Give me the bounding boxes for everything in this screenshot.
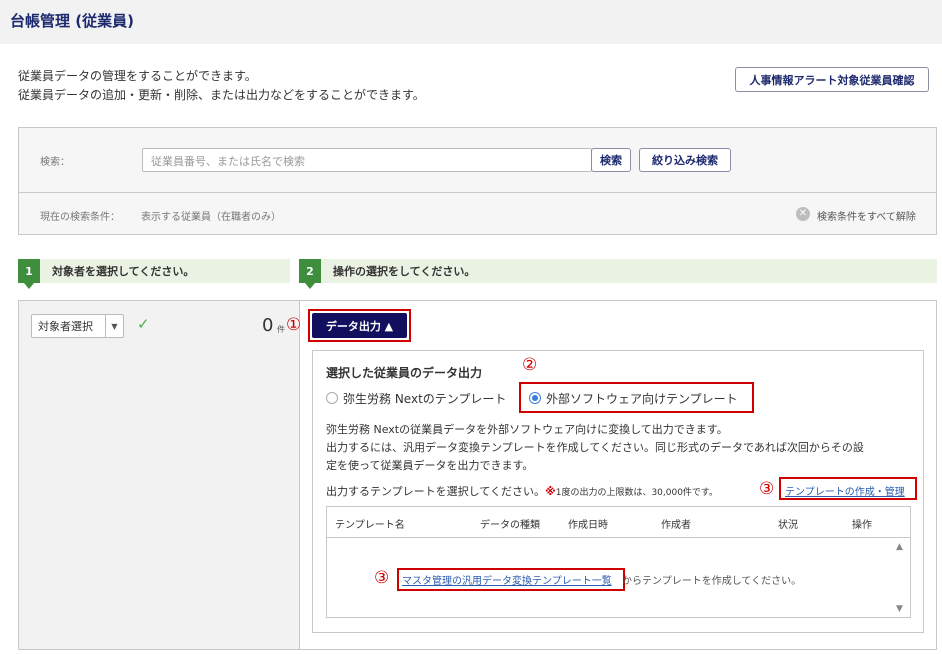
data-export-button[interactable]: データ出力 ▲ bbox=[312, 313, 407, 338]
generic-template-list-link[interactable]: マスタ管理の汎用データ変換テンプレート一覧 bbox=[402, 572, 612, 587]
col-creator: 作成者 bbox=[661, 520, 691, 531]
search-button[interactable]: 検索 bbox=[591, 148, 631, 172]
export-body-line-1: 弥生労務 Nextの従業員データを外部ソフトウェア向けに変換して出力できます。 bbox=[326, 423, 728, 436]
clear-conditions-link[interactable]: 検索条件をすべて解除 bbox=[817, 208, 916, 223]
empty-table-text: からテンプレートを作成してください。 bbox=[622, 576, 802, 587]
note-text: 1度の出力の上限数は、30,000件です。 bbox=[555, 488, 719, 498]
selected-count-unit: 件 bbox=[277, 325, 285, 334]
template-manage-link[interactable]: テンプレートの作成・管理 bbox=[785, 483, 905, 498]
export-body-line-2: 出力するには、汎用データ変換テンプレートを作成してください。同じ形式のデータであ… bbox=[326, 441, 864, 454]
radio-external-template-label[interactable]: 外部ソフトウェア向けテンプレート bbox=[546, 390, 738, 407]
top-bar bbox=[0, 0, 942, 44]
step-1-header: 1 対象者を選択してください。 bbox=[18, 259, 290, 289]
note-mark: ※ bbox=[545, 485, 556, 498]
radio-yayoi-template-label[interactable]: 弥生労務 Nextのテンプレート bbox=[343, 390, 506, 407]
radio-yayoi-template[interactable] bbox=[326, 392, 338, 404]
radio-external-template[interactable] bbox=[529, 392, 541, 404]
step-2-header: 2 操作の選択をしてください。 bbox=[299, 259, 937, 289]
target-select-dropdown[interactable]: 対象者選択 ▼ bbox=[31, 314, 124, 338]
annotation-1: ① bbox=[286, 315, 302, 335]
col-template-name: テンプレート名 bbox=[335, 520, 405, 531]
condition-value: 表示する従業員（在職者のみ） bbox=[141, 212, 281, 223]
export-body-line-3: 定を使って従業員データを出力できます。 bbox=[326, 459, 534, 472]
search-divider bbox=[18, 192, 937, 193]
step-2-number: 2 bbox=[299, 259, 321, 289]
description-line-2: 従業員データの追加・更新・削除、または出力などをすることができます。 bbox=[18, 88, 425, 102]
scroll-down-icon[interactable]: ▼ bbox=[896, 604, 903, 614]
export-panel-title: 選択した従業員のデータ出力 bbox=[326, 366, 483, 380]
step-1-label: 対象者を選択してください。 bbox=[52, 265, 195, 278]
scroll-up-icon[interactable]: ▲ bbox=[896, 542, 903, 552]
template-select-prompt: 出力するテンプレートを選択してください。※1度の出力の上限数は、30,000件で… bbox=[326, 483, 718, 499]
search-label: 検索： bbox=[40, 157, 70, 168]
annotation-3a: ③ bbox=[759, 479, 775, 499]
select-prompt-text: 出力するテンプレートを選択してください。 bbox=[326, 485, 546, 498]
filter-search-button[interactable]: 絞り込み検索 bbox=[639, 148, 731, 172]
hr-alert-employee-button[interactable]: 人事情報アラート対象従業員確認 bbox=[735, 67, 929, 92]
page-title: 台帳管理 (従業員) bbox=[10, 12, 134, 30]
selected-count: 0 bbox=[262, 315, 274, 336]
check-icon: ✓ bbox=[137, 315, 150, 333]
condition-label: 現在の検索条件： bbox=[40, 212, 120, 223]
col-data-type: データの種類 bbox=[480, 520, 540, 531]
chevron-down-icon[interactable]: ▼ bbox=[105, 315, 123, 337]
annotation-3b: ③ bbox=[374, 568, 390, 588]
clear-icon[interactable]: ✕ bbox=[796, 207, 810, 221]
description-line-1: 従業員データの管理をすることができます。 bbox=[18, 69, 257, 83]
step-2-label: 操作の選択をしてください。 bbox=[333, 265, 476, 278]
col-status: 状況 bbox=[778, 520, 798, 531]
col-created-at: 作成日時 bbox=[568, 520, 608, 531]
template-table-header bbox=[326, 506, 911, 538]
col-operation: 操作 bbox=[852, 520, 872, 531]
target-select-label: 対象者選択 bbox=[38, 320, 93, 333]
step-1-number: 1 bbox=[18, 259, 40, 289]
search-input[interactable]: 従業員番号、または氏名で検索 bbox=[142, 148, 592, 172]
target-panel bbox=[18, 300, 300, 650]
annotation-2: ② bbox=[522, 355, 538, 375]
